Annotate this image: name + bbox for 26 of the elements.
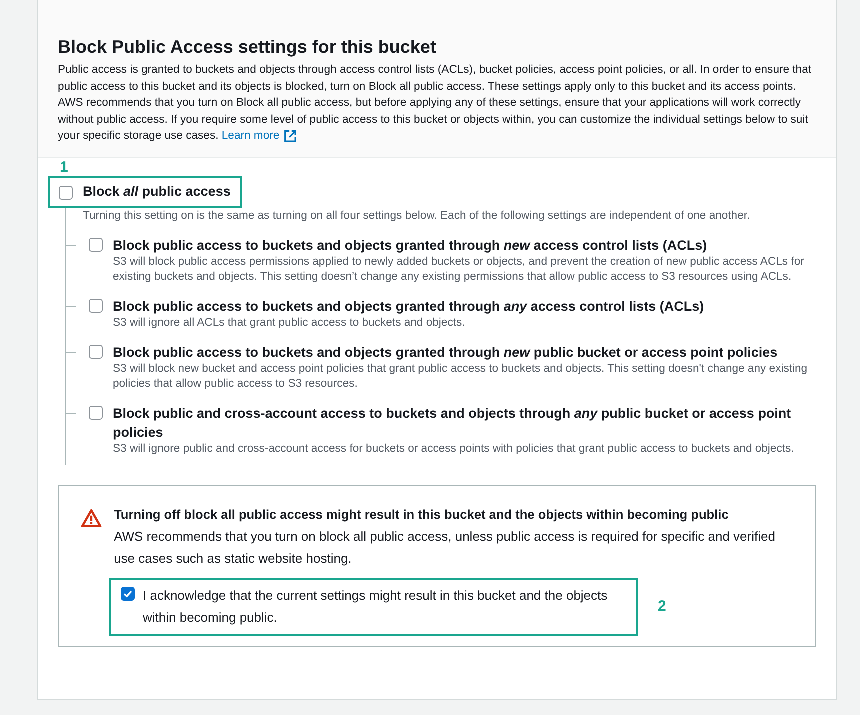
setting-description: S3 will ignore public and cross-account access for buckets or access points with policies that grant public access to buckets and objects. <box>113 442 796 457</box>
warning-text: AWS recommends that you turn on block all public access, unless public access is required for specific and verified use cases such as static website hosting. <box>114 528 776 568</box>
checkbox[interactable] <box>89 238 103 252</box>
warning-title: Turning off block all public access might result in this bucket and the objects within becoming public <box>114 506 730 524</box>
setting-description: S3 will block public access permissions applied to newly added buckets or objects, and prevent the creation of new public access ACLs for existing buckets and objects. This setting doesn’t change any existing permissions that allow public access to S3 resources using ACLs. <box>113 254 806 285</box>
panel-description: Public access is granted to buckets and objects through access control lists (ACLs), bucket policies, access point policies, or all. In order to ensure that public access to this bucket and its objects is blocked, turn on Block all public access. These settings apply only to this bucket and its access points. AWS recommends that you turn on Block all public access, but before applying any of these settings, ensure that your applications will work correctly without public access. If you require some level of public access to this bucket or objects within, you can customize the individual settings below to suit your specific storage use cases. Learn more <box>58 62 816 144</box>
setting-description: S3 will ignore all ACLs that grant public access to buckets and objects. <box>113 316 466 331</box>
checkbox[interactable] <box>59 186 73 200</box>
checkbox[interactable] <box>121 586 135 601</box>
learn-more-link[interactable]: Learn more <box>222 128 297 144</box>
callout-number: 1 <box>60 160 70 176</box>
checkbox[interactable] <box>89 406 103 420</box>
panel-title: Block Public Access settings for this bucket <box>58 36 438 58</box>
check-icon <box>123 588 133 599</box>
block-all-description: Turning this setting on is the same as turning on all four settings below. Each of the following settings are independent of one another. <box>82 208 752 224</box>
callout-number: 2 <box>658 596 666 616</box>
block-all-label: Block all public access <box>83 182 231 201</box>
setting-label: Block public access to buckets and objects granted through new public bucket or access point policies <box>113 344 779 362</box>
checkbox[interactable] <box>89 298 103 313</box>
external-link-icon <box>284 130 297 143</box>
setting-label: Block public and cross-account access to buckets and objects through any public bucket or access point policies <box>113 404 792 442</box>
acknowledge-label: I acknowledge that the current settings might result in this bucket and the objects within becoming public. <box>143 586 609 627</box>
setting-label: Block public access to buckets and objects granted through any access control lists (ACLs) <box>113 298 704 316</box>
checkbox[interactable] <box>89 344 103 359</box>
setting-label: Block public access to buckets and objects granted through new access control lists (ACLs) <box>113 236 708 255</box>
setting-description: S3 will block new bucket and access point policies that grant public access to buckets and objects. This setting doesn't change any existing policies that allow public access to S3 resources. <box>113 362 809 392</box>
